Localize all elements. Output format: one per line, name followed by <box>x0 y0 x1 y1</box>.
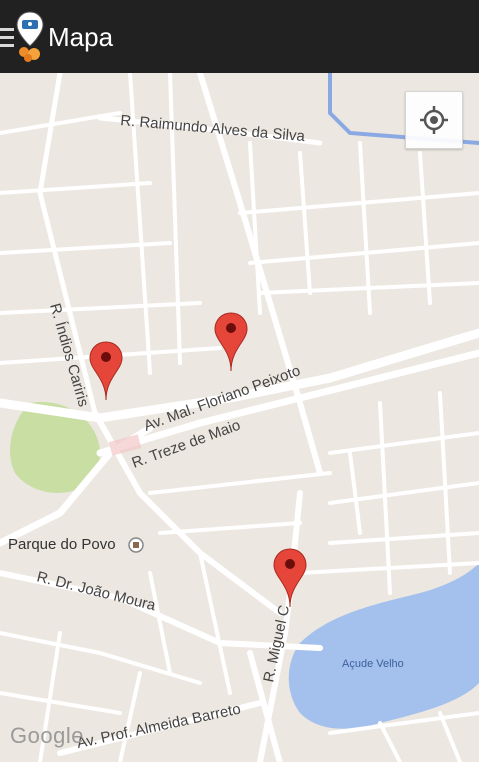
map-marker-icon[interactable] <box>272 547 308 609</box>
page-title: Mapa <box>48 22 114 52</box>
poi-icon[interactable] <box>127 536 145 554</box>
lake-label: Açude Velho <box>342 658 404 670</box>
place-label-parque: Parque do Povo <box>8 536 116 553</box>
map-marker-icon[interactable] <box>213 311 249 373</box>
app-logo-icon[interactable] <box>14 10 46 62</box>
app-bar: Mapa <box>0 0 479 73</box>
crosshair-icon <box>420 106 448 134</box>
menu-icon[interactable] <box>0 28 14 48</box>
my-location-button[interactable] <box>405 91 463 149</box>
map-view[interactable]: R. Raimundo Alves da Silva R. Índios Car… <box>0 73 479 762</box>
map-canvas[interactable]: R. Raimundo Alves da Silva R. Índios Car… <box>0 73 479 762</box>
google-attribution: Google <box>10 723 84 748</box>
map-marker-icon[interactable] <box>88 340 124 402</box>
